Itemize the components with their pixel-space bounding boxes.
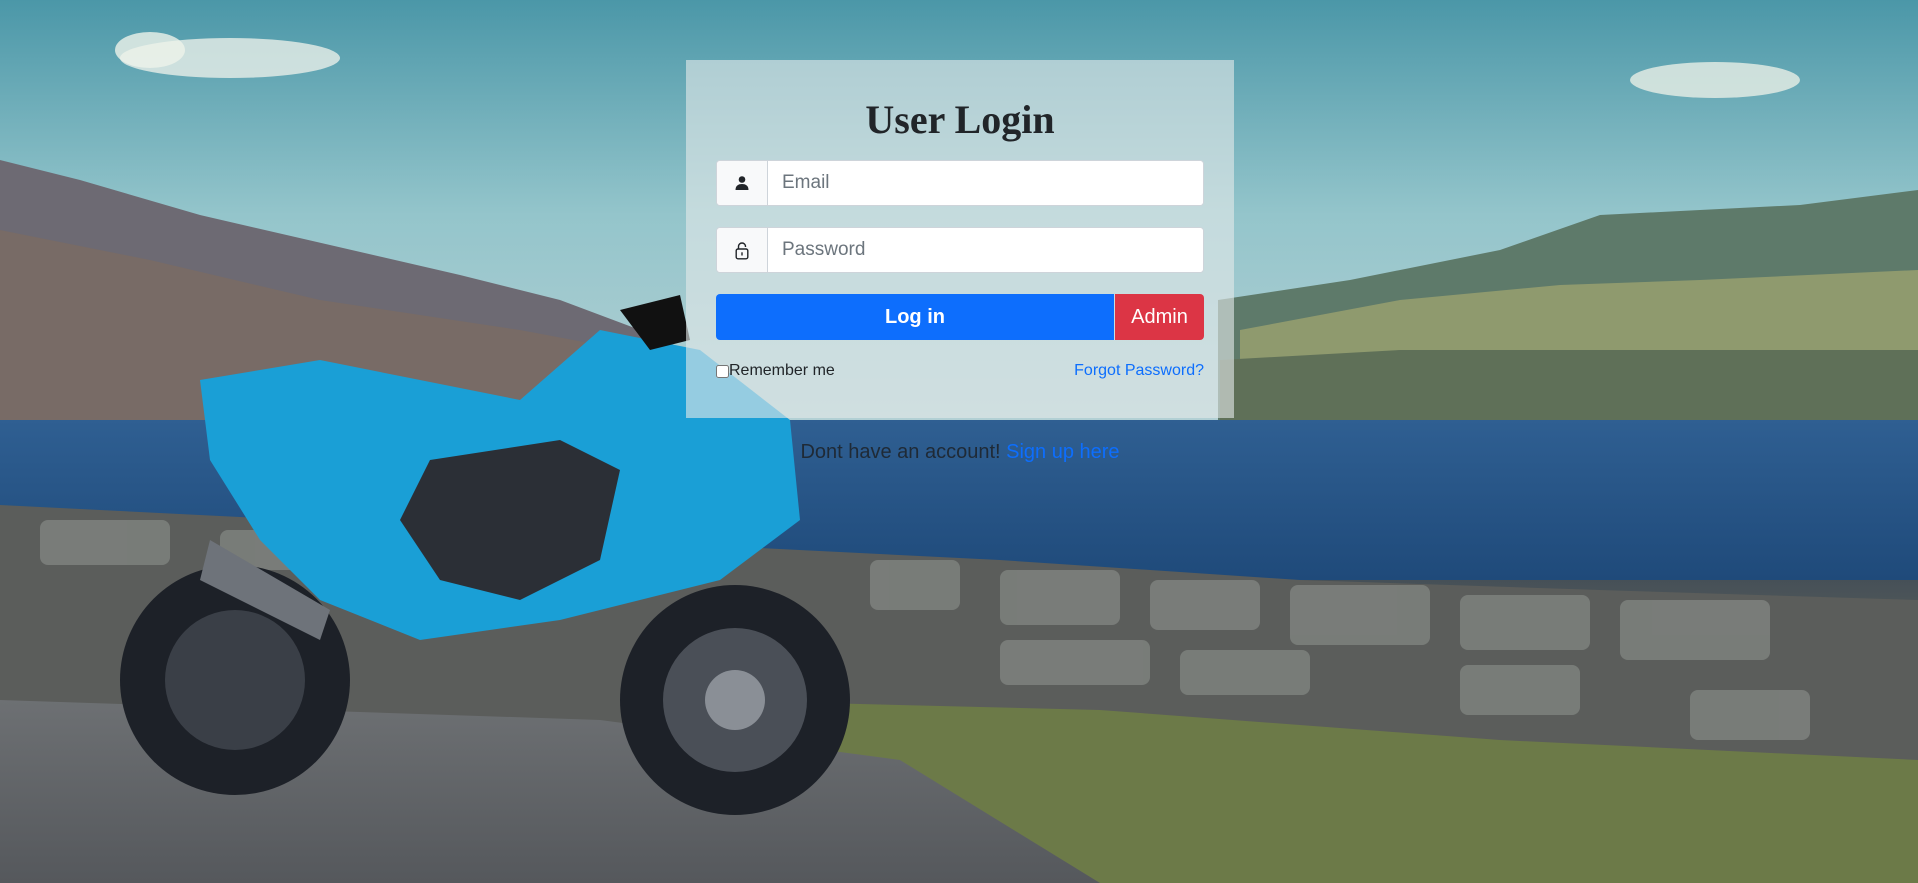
login-panel: User Login Log in Admin [686, 60, 1234, 418]
email-input[interactable] [768, 161, 1203, 205]
lock-icon [717, 228, 768, 272]
password-input-group [716, 227, 1204, 273]
remember-label: Remember me [729, 362, 835, 379]
remember-checkbox[interactable] [716, 364, 729, 378]
login-page: User Login Log in Admin [0, 0, 1918, 883]
admin-button[interactable]: Admin [1115, 294, 1204, 340]
user-icon [717, 161, 768, 205]
login-options: Remember me Forgot Password? [716, 362, 1204, 380]
login-title: User Login [865, 97, 1055, 142]
remember-me[interactable]: Remember me [716, 362, 835, 380]
login-button[interactable]: Log in [716, 294, 1114, 340]
signup-link[interactable]: Sign up here [1006, 441, 1119, 463]
forgot-password-link[interactable]: Forgot Password? [1074, 362, 1204, 380]
email-input-group [716, 160, 1204, 206]
signup-text: Dont have an account! [800, 441, 1007, 463]
password-input[interactable] [768, 228, 1203, 272]
signup-prompt: Dont have an account! Sign up here [686, 441, 1234, 464]
action-buttons: Log in Admin [716, 294, 1204, 340]
